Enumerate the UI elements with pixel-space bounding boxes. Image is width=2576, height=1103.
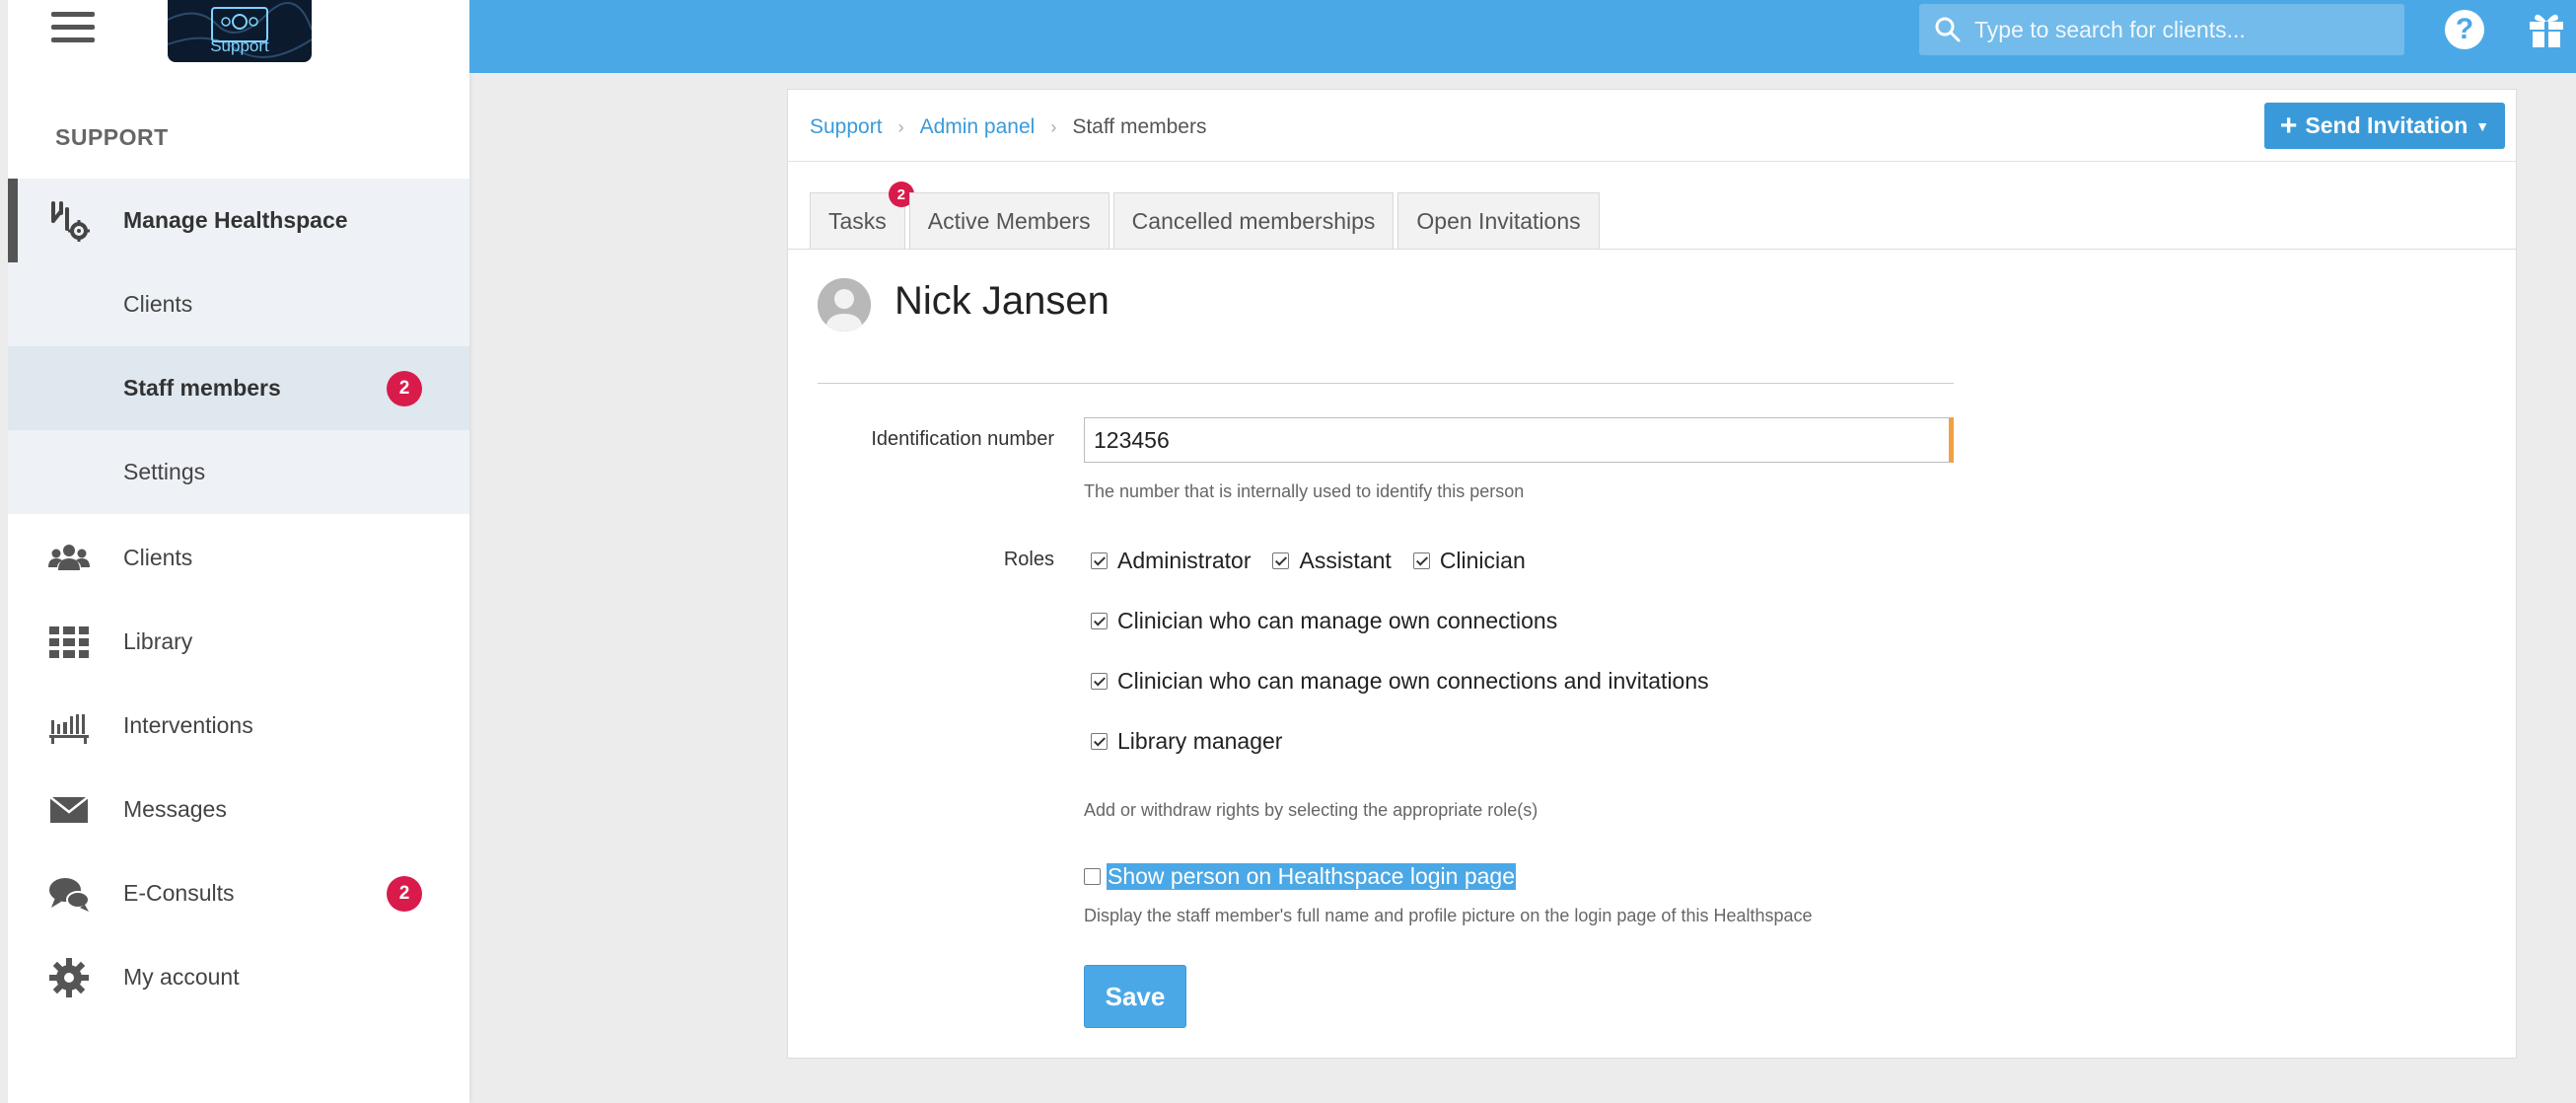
bookshelf-icon <box>47 704 91 748</box>
sidebar-item-staff-members[interactable]: Staff members 2 <box>8 346 469 430</box>
checkbox[interactable] <box>1091 552 1108 569</box>
show-on-login-label: Show person on Healthspace login page <box>1107 863 1517 890</box>
checkbox[interactable] <box>1091 613 1108 629</box>
sidebar-item-clients[interactable]: Clients <box>8 516 469 600</box>
id-number-help: The number that is internally used to id… <box>1084 481 1525 501</box>
client-search[interactable] <box>1919 4 2404 55</box>
tab-cancelled-memberships[interactable]: Cancelled memberships <box>1112 192 1395 250</box>
sidebar-item-manage-healthspace[interactable]: Manage Healthspace <box>8 179 469 262</box>
sidebar-item-label: Messages <box>123 796 227 822</box>
role-clinician-own-connections-invitations[interactable]: Clinician who can manage own connections… <box>1091 668 1731 695</box>
chevron-right-icon: › <box>897 116 904 137</box>
sidebar-item-manage-clients[interactable]: Clients <box>8 262 469 346</box>
tab-bar: Tasks 2 Active Members Cancelled members… <box>810 182 1604 250</box>
sidebar-item-label: Settings <box>123 459 206 484</box>
sidebar-item-label: Clients <box>123 291 193 317</box>
role-item[interactable]: Library manager <box>1091 728 1282 755</box>
avatar <box>818 278 871 331</box>
show-on-login-help: Display the staff member's full name and… <box>1084 906 1813 925</box>
sidebar-item-e-consults[interactable]: E-Consults 2 <box>8 851 469 935</box>
roles-label: Roles <box>1003 549 1054 570</box>
tab-label: Cancelled memberships <box>1131 208 1376 234</box>
sidebar-item-interventions[interactable]: Interventions <box>8 684 469 768</box>
hamburger-menu-icon[interactable] <box>51 12 95 47</box>
sidebar-item-label: Staff members <box>123 375 281 401</box>
sidebar-section-title: SUPPORT <box>55 124 169 150</box>
roles-row-primary: Administrator Assistant Clinician <box>1091 548 1547 574</box>
chevron-right-icon: › <box>1050 116 1057 137</box>
plus-icon: + <box>2279 109 2298 142</box>
sidebar-item-library[interactable]: Library <box>8 600 469 684</box>
sidebar-item-label: Clients <box>123 545 193 570</box>
role-library-manager[interactable]: Library manager <box>1091 728 1304 755</box>
help-icon[interactable]: ? <box>2445 10 2484 49</box>
checkbox[interactable] <box>1091 733 1108 750</box>
chat-icon <box>47 872 91 916</box>
top-bar: ? <box>469 0 2576 73</box>
e-consults-badge: 2 <box>387 875 422 912</box>
divider <box>788 249 2516 250</box>
sidebar-item-messages[interactable]: Messages <box>8 768 469 851</box>
search-input[interactable] <box>1974 16 2389 43</box>
sidebar: Support SUPPORT Manage Healthspace Clien… <box>0 0 469 1103</box>
tab-label: Active Members <box>927 208 1091 234</box>
role-clinician[interactable]: Clinician <box>1412 548 1526 574</box>
manage-healthspace-icon <box>47 199 91 243</box>
gear-icon <box>47 956 91 999</box>
tab-open-invitations[interactable]: Open Invitations <box>1397 192 1600 250</box>
logo-text: Support <box>210 37 269 55</box>
staff-member-panel: Support › Admin panel › Staff members + … <box>787 89 2517 1059</box>
show-on-login-item[interactable]: Show person on Healthspace login page <box>1084 863 1517 890</box>
envelope-icon <box>47 788 91 832</box>
tab-label: Open Invitations <box>1416 208 1581 234</box>
role-label: Administrator <box>1117 548 1252 573</box>
send-invitation-button[interactable]: + Send Invitation ▼ <box>2264 103 2505 149</box>
support-logo[interactable]: Support <box>168 0 312 62</box>
save-button[interactable]: Save <box>1084 965 1186 1028</box>
role-item[interactable]: Clinician who can manage own connections <box>1091 608 1557 634</box>
role-administrator[interactable]: Administrator <box>1091 548 1251 574</box>
gift-icon[interactable] <box>2527 10 2566 49</box>
breadcrumb-admin-panel[interactable]: Admin panel <box>920 115 1036 139</box>
role-label: Clinician who can manage own connections… <box>1117 668 1709 694</box>
checkbox[interactable] <box>1091 673 1108 690</box>
send-invitation-label: Send Invitation <box>2305 112 2469 138</box>
id-number-field[interactable] <box>1084 417 1954 463</box>
staff-members-badge: 2 <box>387 370 422 406</box>
role-item[interactable]: Clinician who can manage own connections… <box>1091 668 1709 695</box>
sidebar-item-label: Library <box>123 628 193 654</box>
caret-down-icon: ▼ <box>2475 117 2490 134</box>
tab-active-members[interactable]: Active Members <box>908 192 1109 250</box>
breadcrumb-current: Staff members <box>1072 115 1207 138</box>
tab-label: Tasks <box>828 208 887 234</box>
show-on-login-option[interactable]: Show person on Healthspace login page <box>1084 863 1538 890</box>
search-icon <box>1935 17 1961 42</box>
breadcrumb-support[interactable]: Support <box>810 115 883 139</box>
divider <box>818 383 1954 384</box>
role-label: Clinician <box>1439 548 1526 573</box>
breadcrumb: Support › Admin panel › Staff members <box>810 115 1206 139</box>
person-name: Nick Jansen <box>894 279 1109 323</box>
show-on-login-checkbox[interactable] <box>1084 868 1101 885</box>
role-label: Clinician who can manage own connections <box>1117 608 1558 633</box>
role-label: Library manager <box>1117 728 1283 754</box>
roles-help: Add or withdraw rights by selecting the … <box>1084 800 1538 820</box>
sidebar-item-my-account[interactable]: My account <box>8 935 469 1019</box>
divider <box>788 161 2516 162</box>
tab-tasks[interactable]: Tasks 2 <box>810 182 914 250</box>
checkbox[interactable] <box>1272 552 1290 569</box>
sidebar-item-label: E-Consults <box>123 880 235 906</box>
sidebar-item-label: Manage Healthspace <box>123 207 348 233</box>
role-clinician-own-connections[interactable]: Clinician who can manage own connections <box>1091 608 1579 634</box>
checkbox[interactable] <box>1412 552 1430 569</box>
users-icon <box>47 537 91 580</box>
role-assistant[interactable]: Assistant <box>1272 548 1392 574</box>
id-number-label: Identification number <box>871 428 1054 450</box>
sidebar-item-settings[interactable]: Settings <box>8 430 469 514</box>
role-label: Assistant <box>1299 548 1392 573</box>
grid-icon <box>47 621 91 664</box>
sidebar-item-label: Interventions <box>123 712 253 738</box>
sidebar-item-label: My account <box>123 964 240 990</box>
